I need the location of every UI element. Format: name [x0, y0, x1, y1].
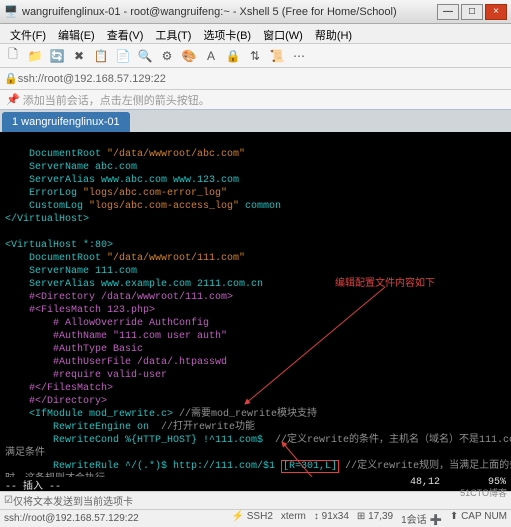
disconnect-icon[interactable]: ✖: [70, 47, 88, 65]
more-icon[interactable]: ⋯: [290, 47, 308, 65]
vim-status: -- 插入 -- 48,12 95%: [0, 477, 511, 491]
menu-file[interactable]: 文件(F): [4, 24, 52, 43]
window-buttons: — □ ×: [437, 4, 507, 20]
annotation-1: 编辑配置文件内容如下: [335, 277, 435, 290]
minimize-button[interactable]: —: [437, 4, 459, 20]
code-comment: #AuthUserFile /data/.htpasswd: [5, 357, 227, 368]
window-titlebar: 🖥️ wangruifenglinux-01 - root@wangruifen…: [0, 0, 511, 24]
font-icon[interactable]: A: [202, 47, 220, 65]
code-str: "logs/abc.com-access_log": [89, 201, 239, 212]
code-cmt: //定义rewrite规则，当满足上面的条件: [339, 461, 511, 472]
color-icon[interactable]: 🎨: [180, 47, 198, 65]
code-comment: #</FilesMatch>: [5, 383, 113, 394]
lock-icon[interactable]: 🔒: [224, 47, 242, 65]
code-comment: #require valid-user: [5, 370, 167, 381]
copy-icon[interactable]: 📋: [92, 47, 110, 65]
address-text[interactable]: ssh://root@192.168.57.129:22: [18, 73, 166, 85]
code-line: <VirtualHost *:80>: [5, 240, 113, 251]
status-term: xterm: [281, 511, 306, 526]
code-line: <IfModule mod_rewrite.c>: [5, 409, 173, 420]
code-str: "logs/abc.com-error_log": [83, 188, 227, 199]
address-bar: 🔒 ssh://root@192.168.57.129:22: [0, 68, 511, 90]
menu-edit[interactable]: 编辑(E): [52, 24, 101, 43]
status-ssh: ⚡ SSH2: [232, 511, 273, 526]
hint-bar: 📌 添加当前会话，点击左侧的箭头按钮。: [0, 90, 511, 110]
reconnect-icon[interactable]: 🔄: [48, 47, 66, 65]
code-line: DocumentRoot: [5, 149, 107, 160]
find-icon[interactable]: 🔍: [136, 47, 154, 65]
menu-tabs[interactable]: 选项卡(B): [197, 24, 257, 43]
watermark: 51CTO博客: [460, 486, 507, 499]
menu-tools[interactable]: 工具(T): [149, 24, 197, 43]
close-button[interactable]: ×: [485, 4, 507, 20]
code-comment: #<Directory /data/wwwroot/111.com>: [5, 292, 233, 303]
session-tab[interactable]: 1 wangruifenglinux-01: [2, 112, 130, 132]
code-line: CustomLog: [5, 201, 89, 212]
code-line: ServerName abc.com: [5, 162, 137, 173]
new-icon[interactable]: 🗋: [4, 47, 22, 65]
hint-text: 添加当前会话，点击左侧的箭头按钮。: [23, 92, 210, 108]
code-str: "/data/wwwroot/111.com": [107, 253, 245, 264]
status-bar: ssh://root@192.168.57.129:22 ⚡ SSH2 xter…: [0, 509, 511, 527]
code-line: ServerAlias www.abc.com www.123.com: [5, 175, 239, 186]
code-cmt: 满足条件: [5, 448, 45, 459]
code-cmt: //打开rewrite功能: [161, 422, 255, 433]
code-line: RewriteEngine on: [5, 422, 161, 433]
send-tip: 仅将文本发送到当前选项卡: [13, 493, 133, 508]
menu-help[interactable]: 帮助(H): [309, 24, 358, 43]
menu-bar: 文件(F) 编辑(E) 查看(V) 工具(T) 选项卡(B) 窗口(W) 帮助(…: [0, 24, 511, 44]
status-address: ssh://root@192.168.57.129:22: [4, 513, 139, 524]
code-line: ServerAlias www.example.com 2111.com.cn: [5, 279, 263, 290]
status-cap: ⬆ CAP NUM: [450, 511, 507, 526]
props-icon[interactable]: ⚙: [158, 47, 176, 65]
toolbar: 🗋 📁 🔄 ✖ 📋 📄 🔍 ⚙ 🎨 A 🔒 ⇅ 📜 ⋯: [0, 44, 511, 68]
code-line: common: [239, 201, 281, 212]
window-title: wangruifenglinux-01 - root@wangruifeng:~…: [22, 6, 437, 18]
paste-icon[interactable]: 📄: [114, 47, 132, 65]
code-comment: #</Directory>: [5, 396, 107, 407]
code-line: DocumentRoot: [5, 253, 107, 264]
maximize-button[interactable]: □: [461, 4, 483, 20]
code-comment: #<FilesMatch 123.php>: [5, 305, 155, 316]
transfer-icon[interactable]: ⇅: [246, 47, 264, 65]
app-icon: 🖥️: [4, 5, 18, 19]
status-size: ↕ 91x34: [314, 511, 349, 526]
highlighted-box: [R=301,L]: [281, 460, 339, 473]
lock-icon: 🔒: [4, 72, 18, 85]
menu-view[interactable]: 查看(V): [101, 24, 150, 43]
code-cmt: //定义rewrite的条件，主机名（域名）不是111.com: [275, 435, 511, 446]
terminal[interactable]: DocumentRoot "/data/wwwroot/abc.com" Ser…: [0, 132, 511, 477]
status-rc: ⊞ 17,39: [357, 511, 393, 526]
open-icon[interactable]: 📁: [26, 47, 44, 65]
code-line: </VirtualHost>: [5, 214, 89, 225]
vim-pos: 48,12: [410, 477, 440, 488]
vim-mode: -- 插入 --: [5, 477, 61, 491]
code-cmt: //需要mod_rewrite模块支持: [173, 409, 317, 420]
menu-window[interactable]: 窗口(W): [257, 24, 309, 43]
script-icon[interactable]: 📜: [268, 47, 286, 65]
code-str: "/data/wwwroot/abc.com": [107, 149, 245, 160]
status-sess: 1会话 ➕: [401, 511, 442, 526]
code-comment: #AuthName "111.com user auth": [5, 331, 227, 342]
code-line: RewriteCond %{HTTP_HOST} !^111.com$: [5, 435, 275, 446]
code-line: ServerName 111.com: [5, 266, 137, 277]
code-comment: # AllowOverride AuthConfig: [5, 318, 209, 329]
send-bar: ☑ 仅将文本发送到当前选项卡: [0, 491, 511, 509]
pin-icon[interactable]: 📌: [6, 93, 20, 106]
tab-bar: 1 wangruifenglinux-01: [0, 110, 511, 132]
code-line: ErrorLog: [5, 188, 83, 199]
code-comment: #AuthType Basic: [5, 344, 143, 355]
code-line: RewriteRule ^/(.*)$ http://111.com/$1: [5, 461, 281, 472]
code-cmt: 时，这条规则才会执行: [5, 474, 105, 477]
